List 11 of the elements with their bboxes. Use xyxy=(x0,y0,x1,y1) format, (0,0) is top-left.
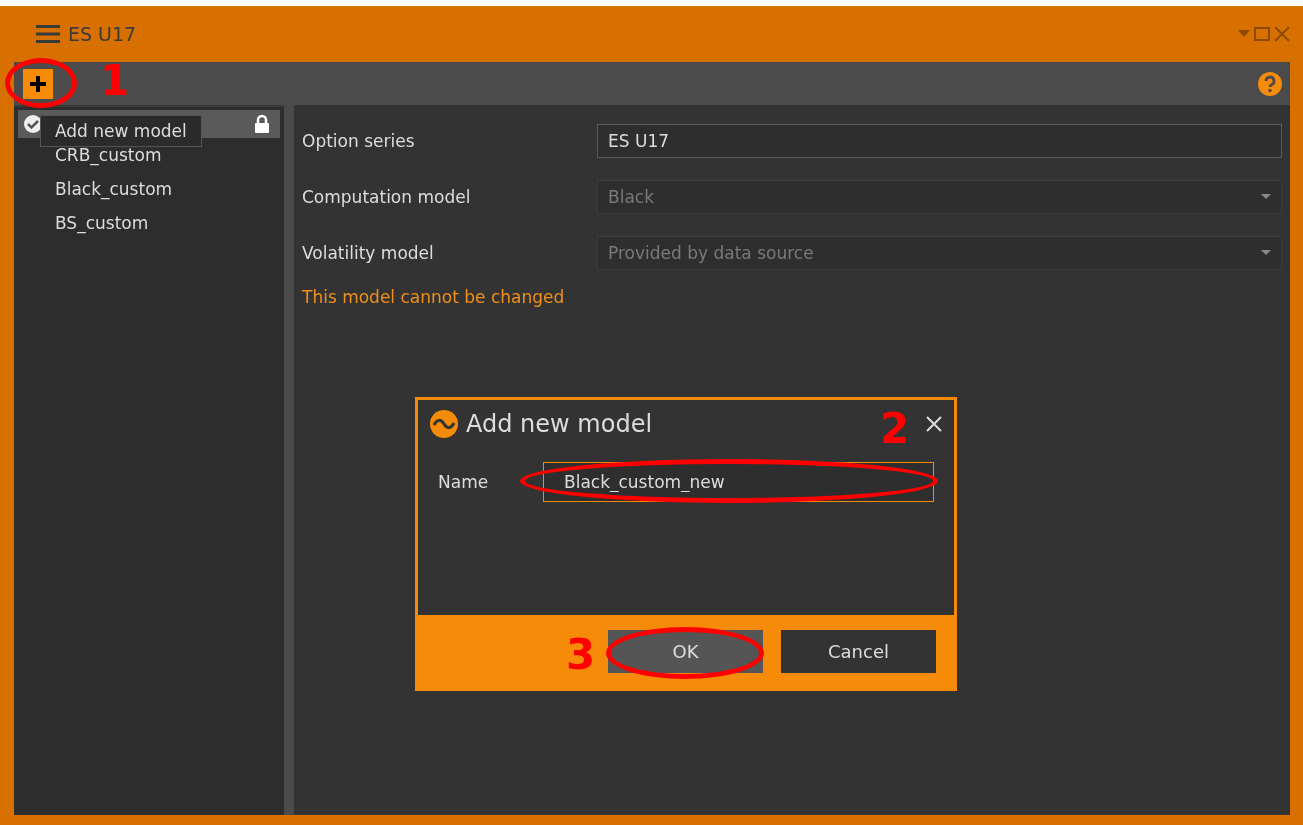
dialog-title: Add new model xyxy=(466,410,653,438)
tooltip: Add new model xyxy=(40,115,202,147)
field-label: Computation model xyxy=(302,187,472,207)
window-title: ES U17 xyxy=(68,23,137,45)
name-label: Name xyxy=(437,472,490,492)
step-number: 3 xyxy=(566,634,596,676)
field-label: Option series xyxy=(302,131,416,151)
field-label: Volatility model xyxy=(302,243,435,263)
step-number: 1 xyxy=(100,60,130,102)
warning-message: This model cannot be changed xyxy=(302,287,566,307)
step-number: 2 xyxy=(880,408,910,450)
